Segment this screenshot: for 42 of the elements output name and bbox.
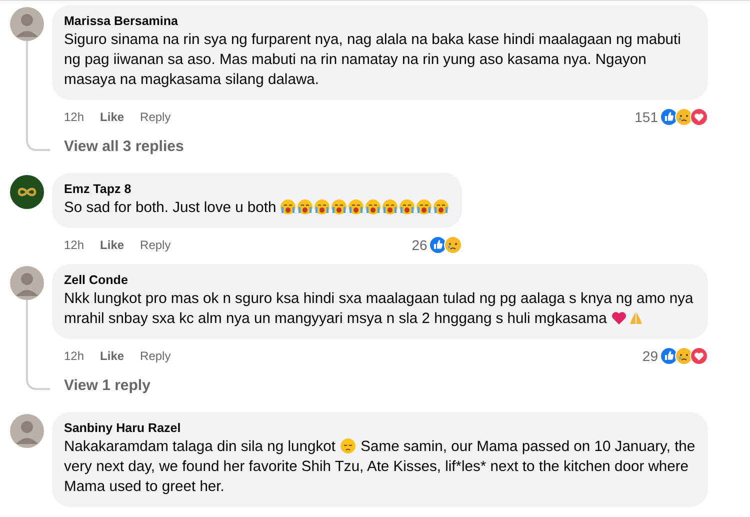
- crying-face-icon: [365, 199, 382, 215]
- author-name[interactable]: Emz Tapz 8: [64, 181, 450, 198]
- reaction-count[interactable]: 26: [412, 237, 428, 253]
- avatar-silhouette: [10, 7, 44, 41]
- view-replies-link[interactable]: View all 3 replies: [52, 128, 708, 165]
- sad-face-icon: [340, 438, 356, 454]
- crying-face-icon: [382, 199, 398, 215]
- crying-face-icon: [314, 199, 330, 215]
- reply-link[interactable]: Reply: [140, 110, 171, 124]
- comment-text: So sad for both. Just love u both: [64, 198, 450, 218]
- crying-face-icon: [416, 199, 432, 215]
- author-name[interactable]: Zell Conde: [64, 272, 696, 289]
- heart-icon: [610, 310, 627, 326]
- comment-text: Nkk lungkot pro mas ok n sguro ksa hindi sxa maalagaan tulad ng pg aalaga s knya ng amo nya mrahil snbay sxa kc alm nya un mangyyari msya n sla 2 hnggang s huli mgkasama: [64, 290, 694, 329]
- crying-face-icon: [399, 199, 416, 215]
- like-link[interactable]: Like: [100, 349, 124, 363]
- like-link[interactable]: Like: [100, 110, 124, 124]
- author-name[interactable]: Sanbiny Haru Razel: [64, 420, 696, 437]
- crying-face-icon: [280, 199, 296, 215]
- author-name[interactable]: Marissa Bersamina: [64, 13, 696, 30]
- crying-face-icon: [433, 199, 450, 215]
- comment-text: Siguro sinama na rin sya ng furparent nya, nag alala na baka kase hindi maalagaan ng mabuti ng pag iiwanan sa aso. Mas mabuti na rin namatay na rin yung aso kasama nya. Ngayon masaya na magkasama silang dalawa.: [64, 31, 682, 90]
- timestamp: 12h: [64, 349, 84, 363]
- timestamp: 12h: [64, 110, 84, 124]
- crying-face-icon: [348, 199, 364, 215]
- like-link[interactable]: Like: [100, 238, 124, 252]
- avatar-logo: [10, 175, 44, 209]
- love-reaction-icon: [690, 347, 708, 365]
- crying-face-icon: [297, 199, 314, 215]
- reaction-count[interactable]: 151: [634, 109, 658, 125]
- reaction-count[interactable]: 29: [642, 348, 658, 364]
- sad-reaction-icon: [444, 236, 462, 254]
- avatar-silhouette: [10, 414, 44, 448]
- timestamp: 12h: [64, 238, 84, 252]
- praying-hands-icon: [628, 310, 644, 326]
- crying-face-icon: [331, 199, 348, 215]
- love-reaction-icon: [690, 108, 708, 126]
- comment-text: Nakakaramdam talaga din sila ng lungkot Same samin, our Mama passed on 10 January, the very next day, we found her favorite Shih Tzu, Ate Kisses, lif*les* next to the kitchen door where Mama used to greet her.: [64, 437, 696, 497]
- avatar-silhouette: [10, 266, 44, 300]
- reply-link[interactable]: Reply: [140, 238, 171, 252]
- view-replies-link[interactable]: View 1 reply: [52, 367, 708, 404]
- reply-link[interactable]: Reply: [140, 349, 171, 363]
